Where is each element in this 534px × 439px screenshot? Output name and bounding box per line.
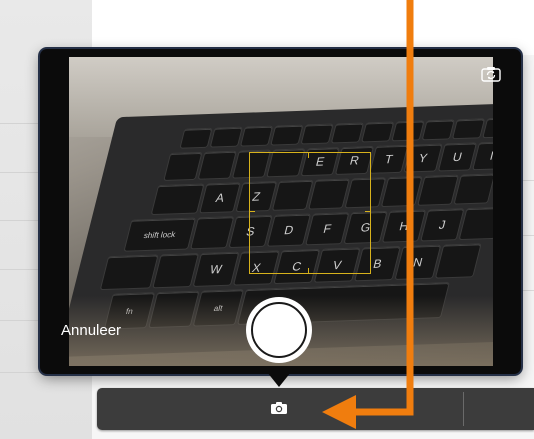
shutter-button[interactable] xyxy=(246,297,312,363)
cancel-button[interactable]: Annuleer xyxy=(61,322,121,339)
focus-tick-bottom xyxy=(308,268,309,274)
keyboard-key xyxy=(451,118,486,140)
keyboard-key xyxy=(361,121,395,143)
keyboard-key xyxy=(270,124,304,146)
keyboard-key-h: H xyxy=(381,209,427,243)
keyboard-key xyxy=(330,122,365,144)
focus-tick-left xyxy=(249,211,255,212)
keyboard-key-w: W xyxy=(192,251,240,287)
keyboard-key xyxy=(99,254,159,291)
keyboard-key xyxy=(209,126,243,148)
background-header xyxy=(92,0,534,55)
keyboard-key-j: J xyxy=(420,208,465,242)
keyboard-key xyxy=(453,173,493,205)
keyboard-key xyxy=(239,125,274,147)
keyboard-key xyxy=(300,123,334,145)
keyboard-key-shift-lock: shift lock xyxy=(123,217,197,252)
shutter-button-inner xyxy=(251,302,307,358)
keyboard-key-n: N xyxy=(394,244,442,280)
focus-tick-top xyxy=(308,152,309,158)
popover-pointer xyxy=(267,372,291,387)
keyboard-key-y: Y xyxy=(403,143,443,173)
keyboard-key xyxy=(179,127,213,149)
keyboard-key-t: T xyxy=(369,144,409,174)
keyboard-key xyxy=(190,216,235,250)
camera-icon[interactable] xyxy=(270,401,288,415)
keyboard-key xyxy=(391,120,425,142)
toolbar-divider xyxy=(463,392,464,426)
camera-popover: E R T Y U I A Z shift lock S D F G H J W… xyxy=(40,49,521,374)
camera-switch-icon[interactable] xyxy=(481,66,501,82)
bottom-toolbar xyxy=(97,388,534,430)
keyboard-key xyxy=(380,175,423,208)
keyboard-key xyxy=(150,183,205,216)
keyboard-key-a: A xyxy=(199,182,241,214)
keyboard-key xyxy=(417,174,459,206)
keyboard-key xyxy=(197,150,237,180)
keyboard-key-u: U xyxy=(437,142,478,172)
focus-tick-right xyxy=(365,211,371,212)
keyboard-key xyxy=(458,206,493,241)
keyboard-key xyxy=(152,253,200,289)
focus-square xyxy=(249,152,371,274)
keyboard-key xyxy=(421,119,455,141)
keyboard-key xyxy=(163,151,203,181)
keyboard-key xyxy=(434,243,482,279)
